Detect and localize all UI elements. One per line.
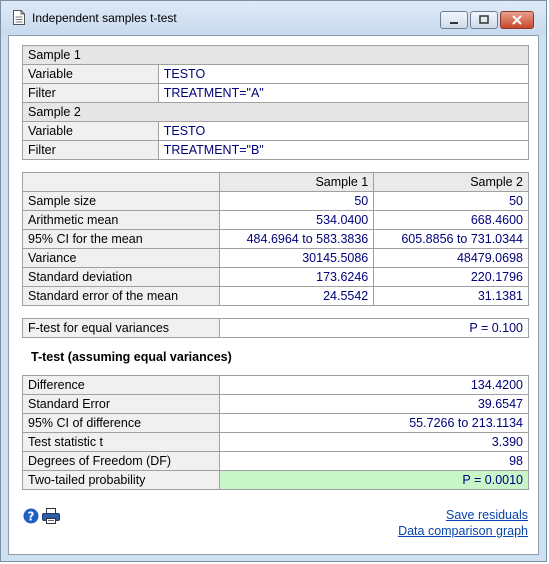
row-label: Standard error of the mean	[22, 286, 220, 306]
ttest-table: Difference 134.4200 Standard Error 39.65…	[22, 375, 530, 490]
descriptive-stats-table: Sample 1 Sample 2 Sample size 50 50 Arit…	[22, 172, 529, 306]
df-value: 98	[218, 451, 530, 471]
sample1-value: 484.6964 to 583.3836	[218, 229, 375, 249]
ftest-value: P = 0.100	[218, 318, 530, 338]
row-label: Standard deviation	[22, 267, 220, 287]
ttest-heading: T-test (assuming equal variances)	[31, 350, 232, 364]
ci-difference-value: 55.7266 to 213.1134	[218, 413, 530, 433]
row-label: Two-tailed probability	[22, 470, 220, 490]
sample1-value: 30145.5086	[218, 248, 375, 268]
sample1-variable-label: Variable	[22, 64, 159, 84]
dialog-window: Independent samples t-test Sample 1 Vari…	[0, 0, 547, 562]
sample2-header: Sample 2	[22, 102, 529, 122]
print-icon[interactable]	[42, 508, 60, 524]
maximize-icon	[479, 15, 489, 24]
title-bar[interactable]: Independent samples t-test	[1, 1, 546, 35]
maximize-button[interactable]	[470, 11, 498, 29]
ftest-label: F-test for equal variances	[22, 318, 220, 338]
row-label: 95% CI for the mean	[22, 229, 220, 249]
row-label: Test statistic t	[22, 432, 220, 452]
sample1-value: 534.0400	[218, 210, 375, 230]
sample2-value: 31.1381	[373, 286, 529, 306]
close-icon	[512, 15, 522, 25]
document-icon	[13, 10, 25, 25]
row-label: Difference	[22, 375, 220, 395]
sample2-filter-value: TREATMENT="B"	[157, 140, 530, 160]
data-comparison-graph-link[interactable]: Data comparison graph	[398, 524, 528, 538]
sample1-filter-value: TREATMENT="A"	[157, 83, 530, 103]
sample2-value: 48479.0698	[373, 248, 529, 268]
ftest-table: F-test for equal variances P = 0.100	[22, 318, 530, 338]
row-label: 95% CI of difference	[22, 413, 220, 433]
stats-corner-cell	[22, 172, 220, 192]
sample1-value: 50	[218, 191, 375, 211]
row-label: Variance	[22, 248, 220, 268]
save-residuals-link[interactable]: Save residuals	[446, 508, 528, 522]
sample2-variable-value: TESTO	[157, 121, 530, 141]
sample2-value: 220.1796	[373, 267, 529, 287]
row-label: Degrees of Freedom (DF)	[22, 451, 220, 471]
minimize-button[interactable]	[440, 11, 468, 29]
sample2-variable-label: Variable	[22, 121, 159, 141]
sample2-value: 50	[373, 191, 529, 211]
samples-table: Sample 1 Variable TESTO Filter TREATMENT…	[22, 45, 530, 160]
window-title: Independent samples t-test	[32, 11, 177, 25]
sample1-header: Sample 1	[22, 45, 529, 65]
minimize-icon	[450, 22, 458, 24]
row-label: Standard Error	[22, 394, 220, 414]
sample2-filter-label: Filter	[22, 140, 159, 160]
sample1-value: 24.5542	[218, 286, 375, 306]
sample1-filter-label: Filter	[22, 83, 159, 103]
row-label: Sample size	[22, 191, 220, 211]
svg-text:?: ?	[28, 510, 35, 524]
p-value-highlighted: P = 0.0010	[218, 470, 530, 490]
column-header-sample1: Sample 1	[218, 172, 375, 192]
sample1-variable-value: TESTO	[157, 64, 530, 84]
close-button[interactable]	[500, 11, 534, 29]
difference-value: 134.4200	[218, 375, 530, 395]
standard-error-value: 39.6547	[218, 394, 530, 414]
sample1-value: 173.6246	[218, 267, 375, 287]
sample2-value: 605.8856 to 731.0344	[373, 229, 529, 249]
help-icon[interactable]: ?	[23, 508, 39, 524]
row-label: Arithmetic mean	[22, 210, 220, 230]
results-panel: Sample 1 Variable TESTO Filter TREATMENT…	[8, 35, 539, 555]
column-header-sample2: Sample 2	[373, 172, 529, 192]
t-statistic-value: 3.390	[218, 432, 530, 452]
sample2-value: 668.4600	[373, 210, 529, 230]
